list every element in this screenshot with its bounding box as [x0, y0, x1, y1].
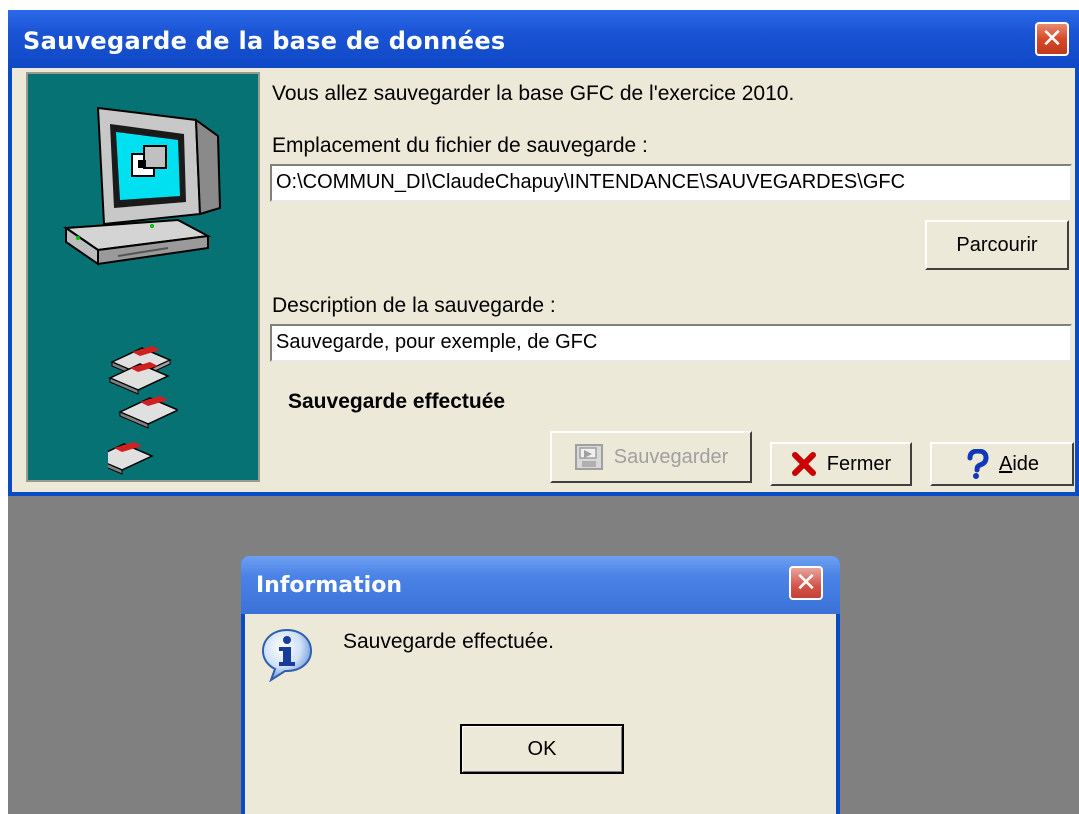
- close-icon: ✕: [795, 568, 817, 598]
- help-label-rest: ide: [1012, 452, 1040, 475]
- help-accesskey: A: [998, 452, 1013, 475]
- close-button[interactable]: Fermer: [770, 442, 912, 486]
- floppy-disk-icon: [108, 346, 178, 475]
- save-icon: [574, 442, 604, 472]
- close-icon: ✕: [1041, 24, 1063, 54]
- title-bar[interactable]: Sauvegarde de la base de données ✕: [8, 10, 1079, 68]
- dialog-close-button[interactable]: ✕: [789, 566, 823, 600]
- backup-window: Sauvegarde de la base de données ✕ Vous …: [8, 10, 1079, 496]
- intro-text: Vous allez sauvegarder la base GFC de l'…: [272, 82, 795, 105]
- description-label: Description de la sauvegarde :: [272, 294, 556, 317]
- browse-label: Parcourir: [956, 233, 1038, 256]
- window-body: Vous allez sauvegarder la base GFC de l'…: [12, 68, 1075, 492]
- help-label: Aide: [999, 453, 1039, 476]
- dialog-body: Sauvegarde effectuée. OK: [245, 614, 836, 814]
- save-label: Sauvegarder: [613, 445, 729, 468]
- info-icon: [261, 628, 313, 682]
- browse-button[interactable]: Parcourir: [925, 220, 1069, 270]
- dialog-title: Information: [256, 573, 402, 598]
- information-dialog: Information ✕ Sauvegarde effectuée. OK: [241, 556, 840, 814]
- side-illustration: [26, 72, 260, 482]
- help-button[interactable]: Aide: [930, 442, 1074, 486]
- save-button[interactable]: Sauvegarder: [550, 431, 752, 483]
- close-x-icon: [791, 451, 817, 477]
- help-icon: [965, 449, 989, 479]
- dialog-message: Sauvegarde effectuée.: [343, 630, 554, 653]
- location-label: Emplacement du fichier de sauvegarde :: [272, 134, 648, 157]
- close-label: Fermer: [826, 452, 892, 475]
- description-field[interactable]: Sauvegarde, pour exemple, de GFC: [270, 324, 1072, 362]
- location-field[interactable]: O:\COMMUN_DI\ClaudeChapuy\INTENDANCE\SAU…: [270, 164, 1072, 202]
- close-window-button[interactable]: ✕: [1035, 22, 1069, 56]
- dialog-title-bar[interactable]: Information ✕: [241, 556, 840, 614]
- window-title: Sauvegarde de la base de données: [23, 27, 506, 55]
- ok-label: OK: [527, 737, 557, 760]
- ok-button[interactable]: OK: [460, 724, 624, 774]
- computer-icon: [63, 106, 222, 266]
- status-text: Sauvegarde effectuée: [288, 390, 506, 413]
